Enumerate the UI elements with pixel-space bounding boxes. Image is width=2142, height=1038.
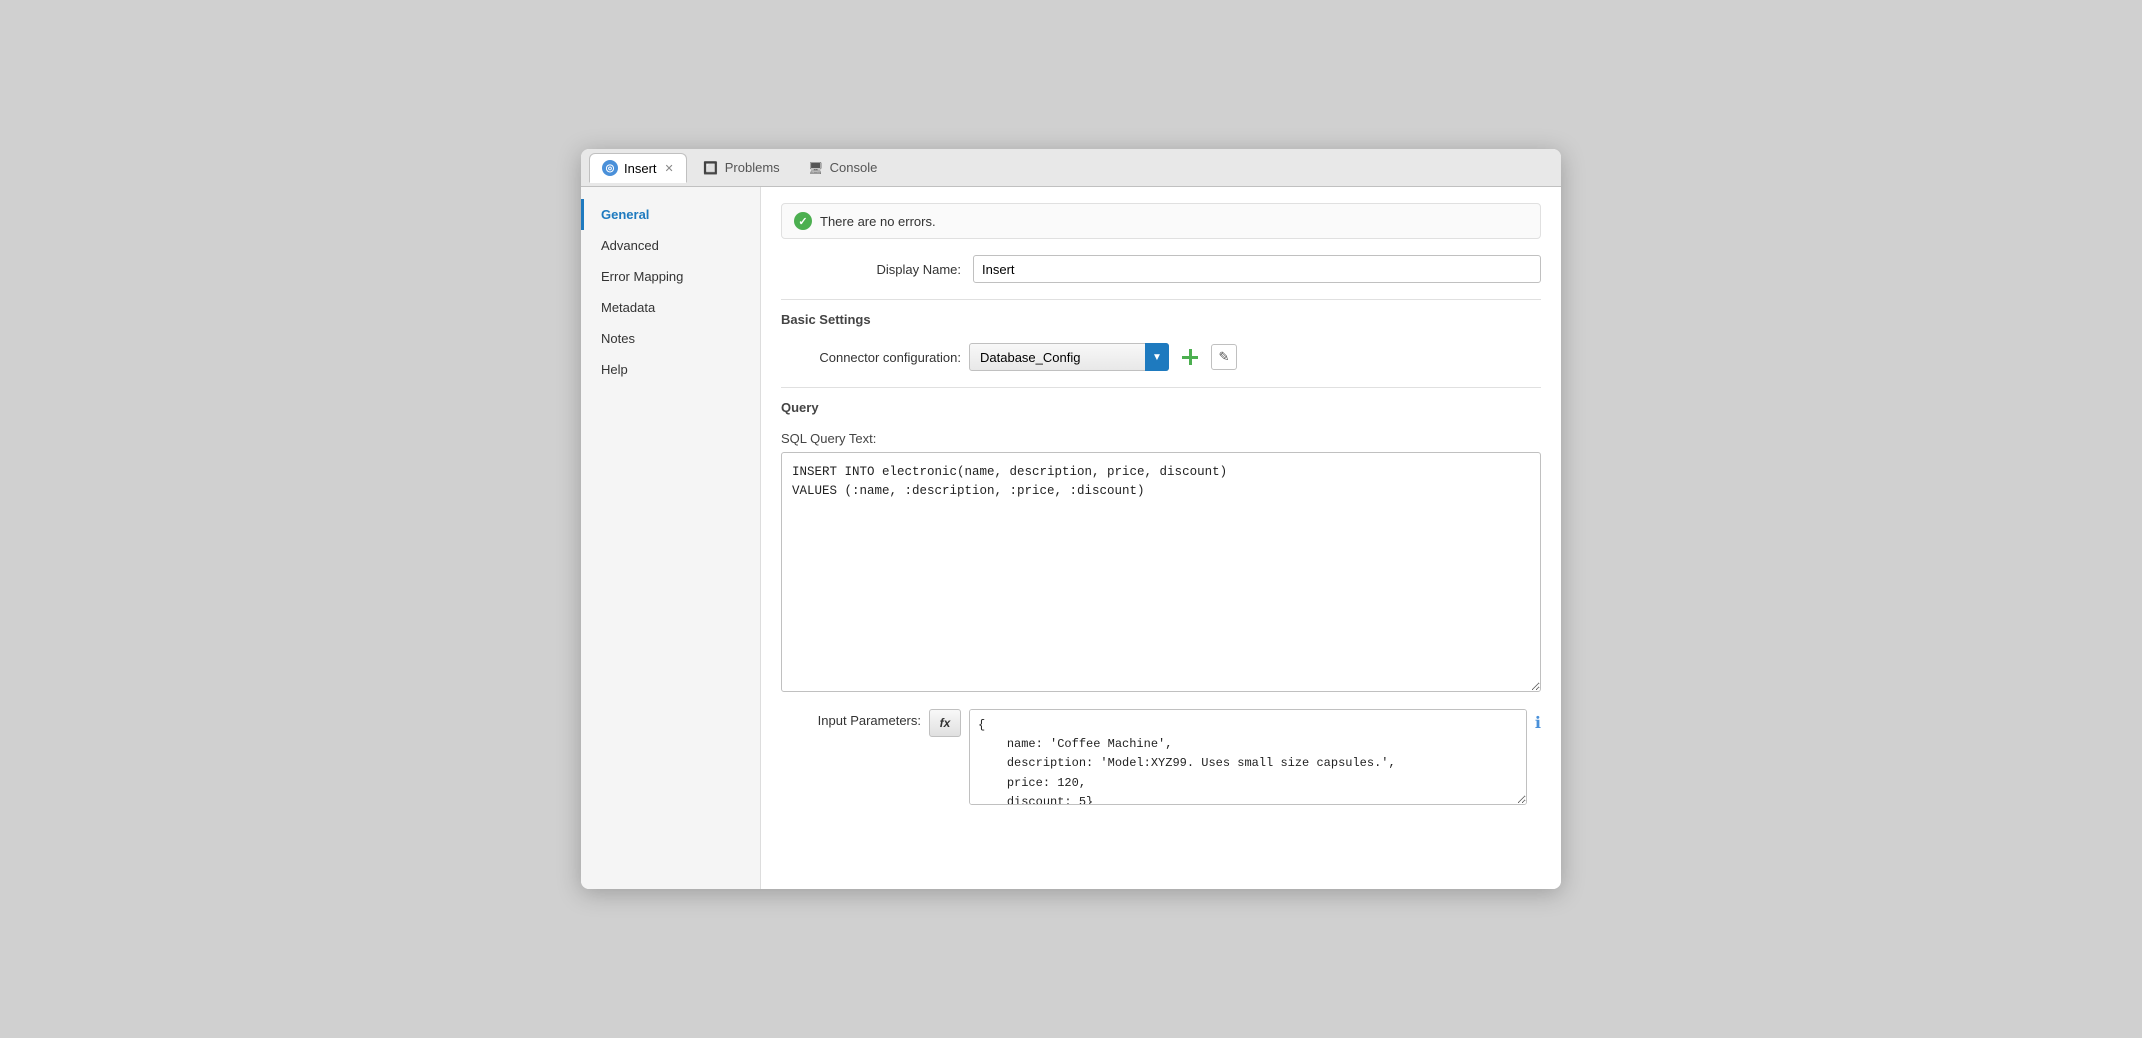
info-icon[interactable]: ℹ — [1535, 709, 1541, 733]
tab-insert-close[interactable]: ✕ — [665, 162, 674, 175]
edit-connector-button[interactable]: ✎ — [1211, 344, 1237, 370]
sidebar-notes-label: Notes — [601, 331, 635, 346]
sidebar-general-label: General — [601, 207, 649, 222]
sql-label: SQL Query Text: — [781, 431, 1541, 446]
tab-insert-label: Insert — [624, 161, 657, 176]
sidebar-advanced-label: Advanced — [601, 238, 659, 253]
divider-1 — [781, 299, 1541, 300]
pencil-icon: ✎ — [1219, 349, 1230, 365]
insert-icon: ◎ — [602, 160, 618, 176]
problems-icon: 🔲 — [703, 160, 719, 176]
status-message: There are no errors. — [820, 214, 936, 229]
status-ok-icon: ✓ — [794, 212, 812, 230]
plus-icon — [1180, 347, 1200, 367]
params-textarea[interactable]: { name: 'Coffee Machine', description: '… — [969, 709, 1527, 805]
tab-problems[interactable]: 🔲 Problems — [691, 153, 792, 183]
sidebar-item-error-mapping[interactable]: Error Mapping — [581, 261, 760, 292]
main-panel: ✓ There are no errors. Display Name: Bas… — [761, 187, 1561, 889]
sidebar-help-label: Help — [601, 362, 628, 377]
main-window: ◎ Insert ✕ 🔲 Problems 🖥 Console General … — [581, 149, 1561, 889]
fx-button[interactable]: fx — [929, 709, 961, 737]
sidebar-metadata-label: Metadata — [601, 300, 655, 315]
content-area: General Advanced Error Mapping Metadata … — [581, 187, 1561, 889]
connector-label: Connector configuration: — [781, 350, 961, 365]
connector-select[interactable]: Database_Config — [969, 343, 1169, 371]
tab-problems-label: Problems — [725, 160, 780, 175]
input-params-row: Input Parameters: fx { name: 'Coffee Mac… — [781, 709, 1541, 805]
add-connector-button[interactable] — [1177, 344, 1203, 370]
console-icon: 🖥 — [808, 160, 824, 176]
sql-textarea[interactable]: INSERT INTO electronic(name, description… — [781, 452, 1541, 692]
query-section: Query SQL Query Text: INSERT INTO electr… — [781, 400, 1541, 805]
display-name-label: Display Name: — [781, 262, 961, 277]
sidebar-item-advanced[interactable]: Advanced — [581, 230, 760, 261]
status-bar: ✓ There are no errors. — [781, 203, 1541, 239]
sidebar-item-general[interactable]: General — [581, 199, 760, 230]
query-header: Query — [781, 400, 1541, 419]
display-name-row: Display Name: — [781, 255, 1541, 283]
sidebar-item-metadata[interactable]: Metadata — [581, 292, 760, 323]
tab-insert[interactable]: ◎ Insert ✕ — [589, 153, 687, 183]
sidebar: General Advanced Error Mapping Metadata … — [581, 187, 761, 889]
connector-select-wrapper: Database_Config ▼ — [969, 343, 1169, 371]
input-params-label: Input Parameters: — [781, 709, 921, 728]
tab-console[interactable]: 🖥 Console — [796, 153, 890, 183]
divider-2 — [781, 387, 1541, 388]
display-name-input[interactable] — [973, 255, 1541, 283]
sidebar-errormapping-label: Error Mapping — [601, 269, 683, 284]
sidebar-item-notes[interactable]: Notes — [581, 323, 760, 354]
tab-bar: ◎ Insert ✕ 🔲 Problems 🖥 Console — [581, 149, 1561, 187]
sidebar-item-help[interactable]: Help — [581, 354, 760, 385]
connector-config-row: Connector configuration: Database_Config… — [781, 343, 1541, 371]
basic-settings-header: Basic Settings — [781, 312, 1541, 331]
tab-console-label: Console — [830, 160, 878, 175]
